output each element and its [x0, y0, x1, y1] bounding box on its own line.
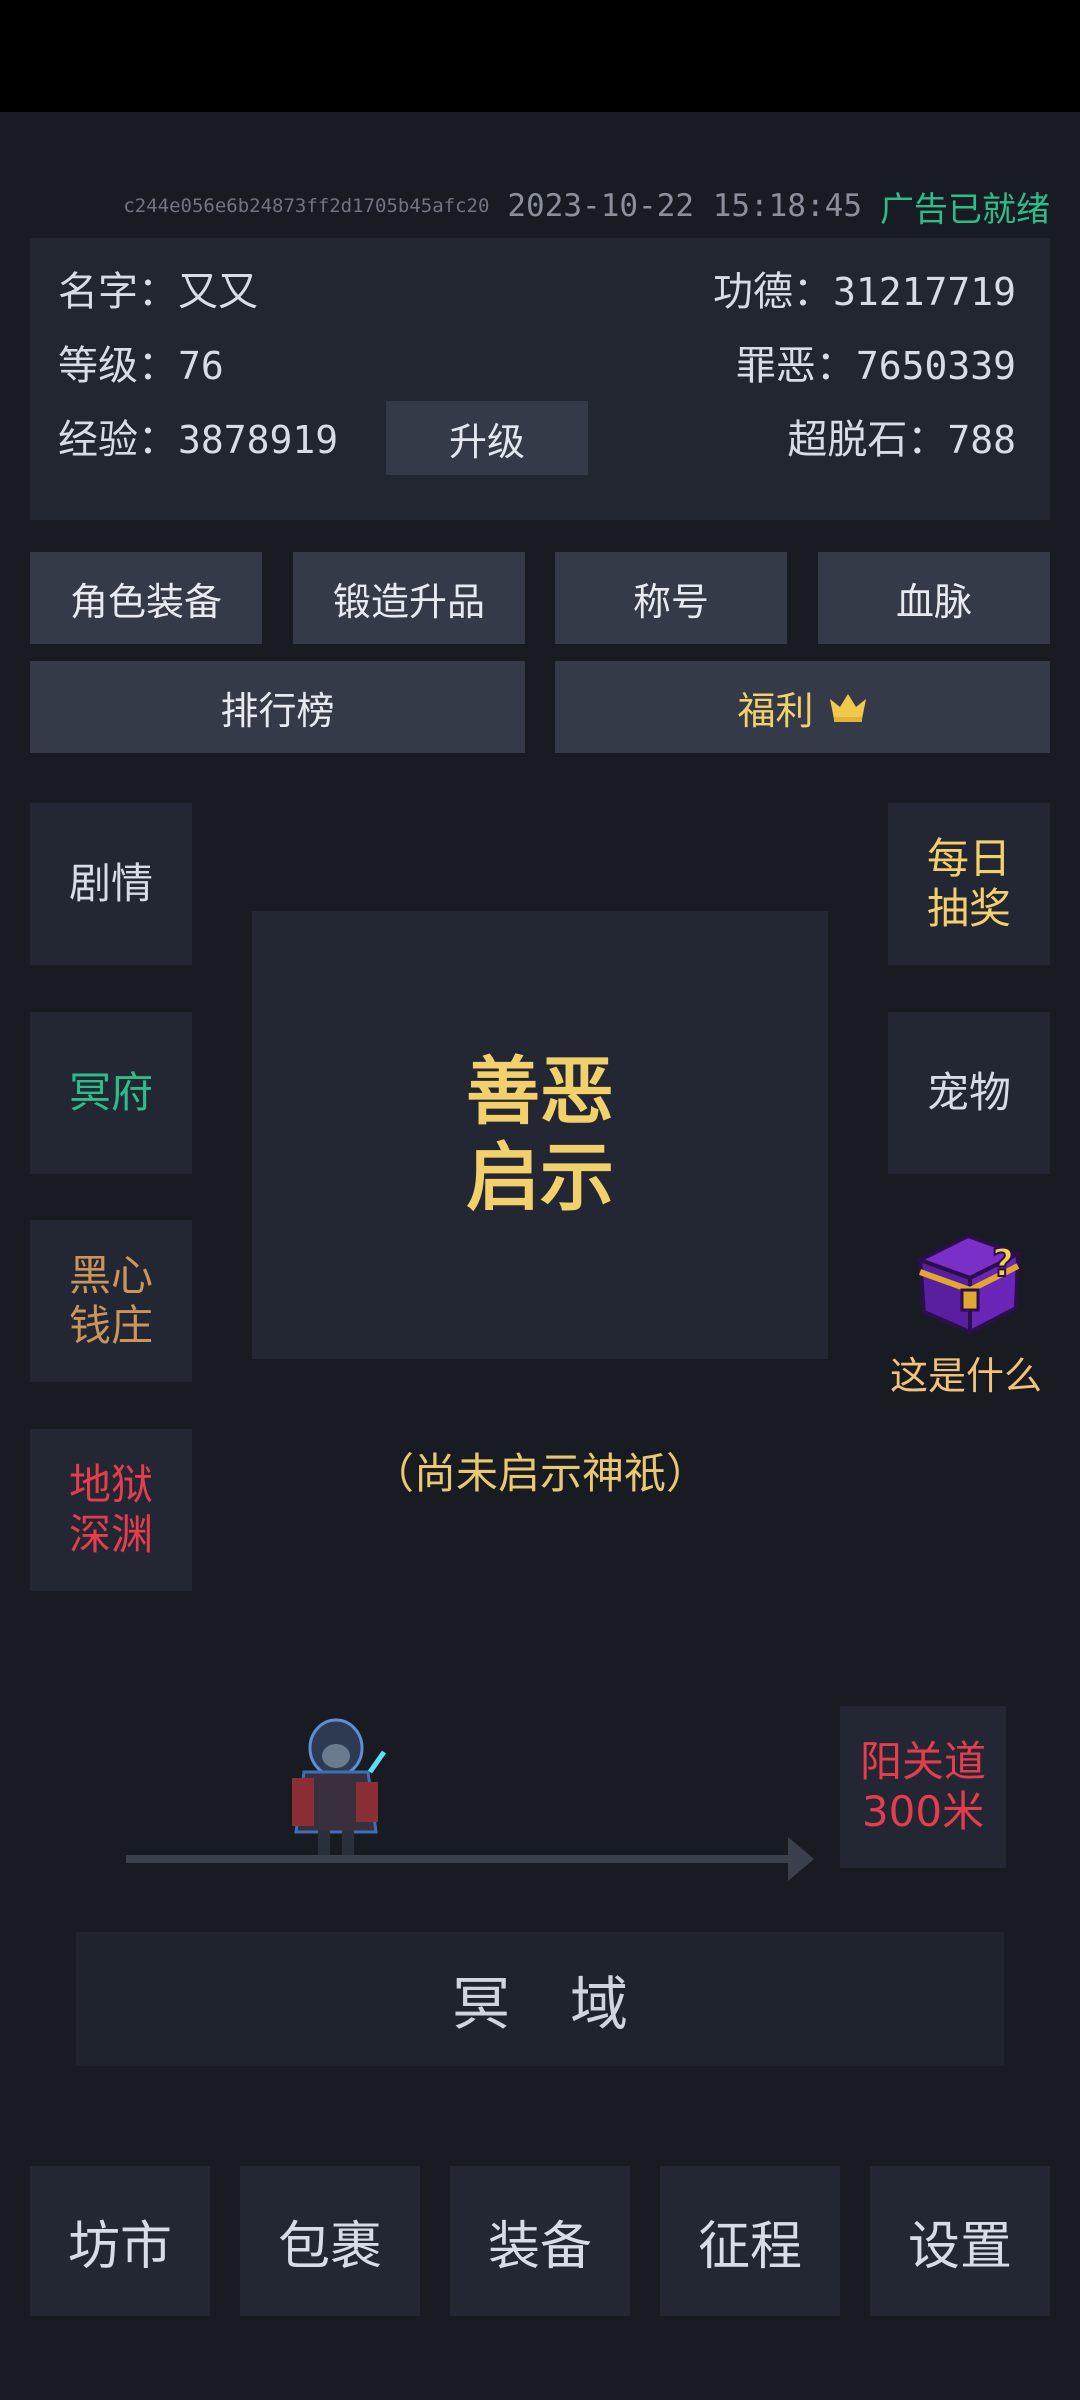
- revelation-panel[interactable]: 善恶 启示: [252, 911, 828, 1359]
- story-button[interactable]: 剧情: [30, 803, 192, 965]
- revelation-note: （尚未启示神祇）: [371, 1449, 708, 1498]
- level-row: 等级：76: [58, 338, 224, 394]
- journey-arrow-icon: [788, 1837, 814, 1881]
- destination-distance: 300米: [861, 1787, 985, 1836]
- nav-settings[interactable]: 设置: [870, 2166, 1050, 2316]
- story-label: 剧情: [68, 859, 153, 908]
- underworld-button[interactable]: 冥府: [30, 1012, 192, 1174]
- title-button[interactable]: 称号: [555, 552, 787, 644]
- lottery-label-line2: 抽奖: [926, 884, 1011, 933]
- datetime: 2023-10-22 15:18:45: [507, 188, 862, 224]
- welfare-button[interactable]: 福利: [555, 661, 1050, 753]
- ranking-button[interactable]: 排行榜: [30, 661, 525, 753]
- level-label: 等级：: [58, 343, 178, 389]
- stone-value: 788: [947, 418, 1016, 462]
- exp-label: 经验：: [58, 417, 178, 463]
- bank-label-line1: 黑心: [68, 1251, 153, 1300]
- revelation-title-line1: 善恶: [466, 1049, 614, 1135]
- sin-label: 罪恶：: [735, 343, 856, 389]
- mystery-label[interactable]: 这是什么: [880, 1345, 1052, 1400]
- nav-bag[interactable]: 包裹: [240, 2166, 420, 2316]
- name-label: 名字：: [58, 269, 178, 315]
- forge-button[interactable]: 锻造升品: [293, 552, 525, 644]
- pet-label: 宠物: [926, 1068, 1011, 1117]
- nav-market[interactable]: 坊市: [30, 2166, 210, 2316]
- pet-button[interactable]: 宠物: [888, 1012, 1050, 1174]
- bank-button[interactable]: 黑心 钱庄: [30, 1220, 192, 1382]
- welfare-label: 福利: [737, 688, 814, 733]
- exp-value: 3878919: [178, 418, 339, 462]
- info-line: c244e056e6b24873ff2d1705b45afc20 2023-10…: [123, 180, 1050, 232]
- crown-icon: [829, 694, 866, 722]
- upgrade-button[interactable]: 升级: [386, 401, 588, 475]
- underworld-label: 冥府: [68, 1068, 153, 1117]
- realm-label: 冥域: [451, 1970, 688, 2038]
- stone-label: 超脱石：: [787, 417, 948, 463]
- bloodline-button[interactable]: 血脉: [818, 552, 1050, 644]
- equipment-button[interactable]: 角色装备: [30, 552, 262, 644]
- name-row: 名字：又又: [58, 264, 258, 320]
- ad-status[interactable]: 广告已就绪: [880, 182, 1050, 231]
- level-value: 76: [178, 344, 224, 388]
- realm-banner[interactable]: 冥域: [76, 1932, 1004, 2066]
- revelation-title-line2: 启示: [466, 1135, 614, 1221]
- merit-row: 功德：31217719: [713, 264, 1016, 320]
- merit-label: 功德：: [712, 269, 833, 315]
- sin-value: 7650339: [855, 344, 1016, 388]
- abyss-label-line1: 地狱: [68, 1460, 153, 1509]
- abyss-button[interactable]: 地狱 深渊: [30, 1429, 192, 1591]
- journey-track: [126, 1855, 792, 1863]
- abyss-label-line2: 深渊: [68, 1510, 153, 1559]
- player-sprite: [292, 1718, 387, 1858]
- exp-row: 经验：3878919: [58, 412, 338, 468]
- merit-value: 31217719: [832, 270, 1016, 314]
- player-name: 又又: [178, 269, 258, 315]
- nav-expedition[interactable]: 征程: [660, 2166, 840, 2316]
- destination-button[interactable]: 阳关道 300米: [840, 1706, 1006, 1868]
- destination-name: 阳关道: [859, 1737, 986, 1786]
- bank-label-line2: 钱庄: [68, 1301, 153, 1350]
- svg-text:?: ?: [992, 1241, 1014, 1285]
- status-bar: [0, 0, 1080, 112]
- mystery-chest-icon[interactable]: ?: [906, 1220, 1030, 1338]
- session-hash: c244e056e6b24873ff2d1705b45afc20: [123, 195, 490, 217]
- sin-row: 罪恶：7650339: [736, 338, 1016, 394]
- nav-gear[interactable]: 装备: [450, 2166, 630, 2316]
- lottery-label-line1: 每日: [926, 834, 1011, 883]
- stone-row: 超脱石：788: [787, 412, 1016, 468]
- daily-lottery-button[interactable]: 每日 抽奖: [888, 803, 1050, 965]
